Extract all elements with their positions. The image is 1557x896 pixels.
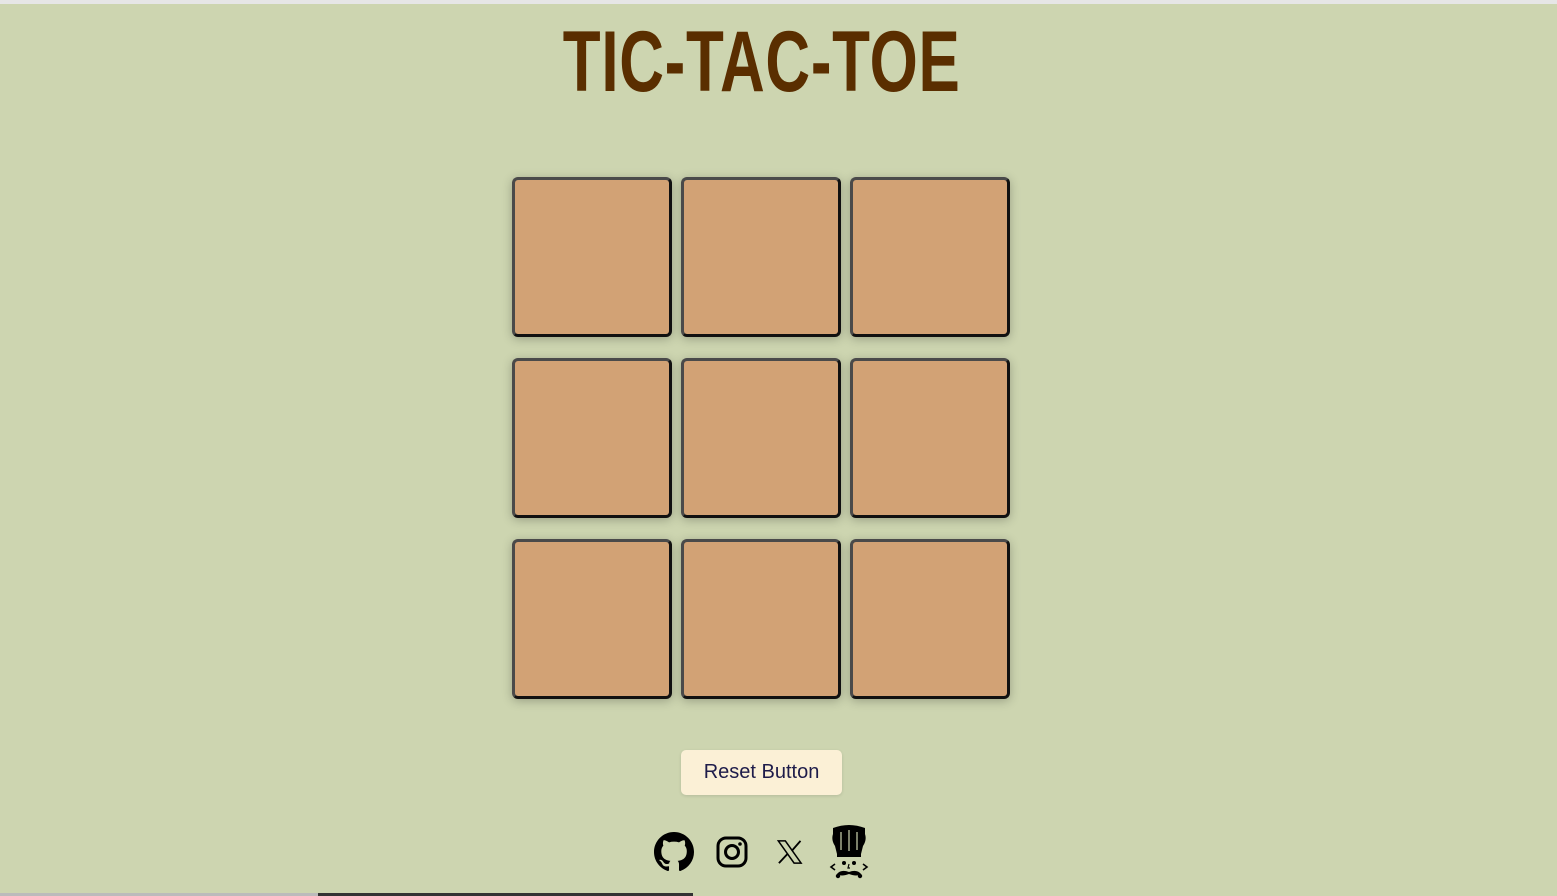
- github-icon[interactable]: [654, 832, 694, 872]
- cell-3[interactable]: [850, 177, 1010, 337]
- cell-1[interactable]: [512, 177, 672, 337]
- cell-4[interactable]: [512, 358, 672, 518]
- cell-6[interactable]: [850, 358, 1010, 518]
- chef-avatar-icon[interactable]: [827, 824, 871, 880]
- cell-5[interactable]: [681, 358, 841, 518]
- top-strip: [0, 0, 1557, 4]
- cell-9[interactable]: [850, 539, 1010, 699]
- page-title: TIC-TAC-TOE: [562, 14, 961, 110]
- instagram-icon[interactable]: [716, 836, 748, 868]
- x-icon[interactable]: [776, 838, 804, 866]
- reset-button[interactable]: Reset Button: [681, 750, 842, 795]
- cell-7[interactable]: [512, 539, 672, 699]
- cell-8[interactable]: [681, 539, 841, 699]
- social-links: [0, 822, 1557, 882]
- cell-2[interactable]: [681, 177, 841, 337]
- game-board: [512, 177, 1012, 700]
